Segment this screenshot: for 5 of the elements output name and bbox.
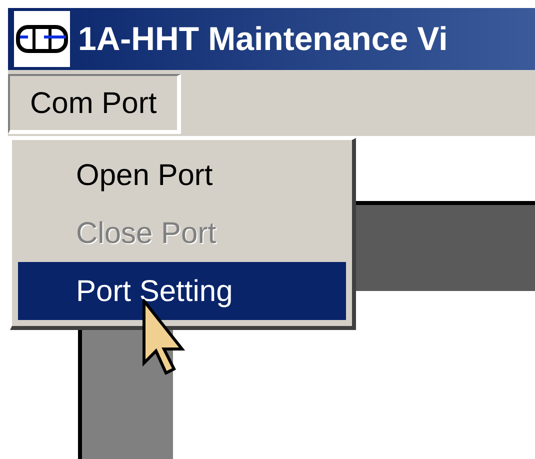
menu-option[interactable]: Open Port — [18, 146, 346, 204]
window-title: 1A-HHT Maintenance Vi — [78, 19, 448, 60]
menu-item[interactable]: Com Port — [8, 74, 181, 134]
app-icon — [14, 11, 70, 67]
menu-option[interactable]: Port Setting — [18, 262, 346, 320]
